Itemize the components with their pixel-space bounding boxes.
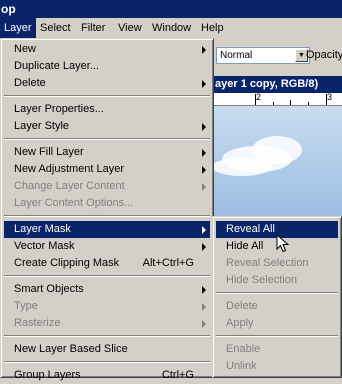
menu-view[interactable]: View <box>114 18 146 38</box>
menu-item-label: Delete <box>14 77 46 89</box>
menu-item-label: Delete <box>226 300 258 312</box>
submenu-item-delete: Delete <box>216 298 338 315</box>
menu-separator <box>4 95 210 97</box>
menu-item-rasterize: Rasterize <box>4 315 210 332</box>
submenu-arrow-icon <box>202 46 206 54</box>
menu-item-label: New <box>14 43 37 55</box>
menu-item-layer-content-options: Layer Content Options... <box>4 195 210 212</box>
menu-item-new-fill-layer[interactable]: New Fill Layer <box>4 144 210 161</box>
menu-item-label: New Adjustment Layer <box>14 163 125 175</box>
menu-item-label: Layer Content Options... <box>14 197 134 209</box>
ruler-tick <box>326 94 327 105</box>
menu-item-layer-style[interactable]: Layer Style <box>4 118 210 135</box>
menu-item-group-layers[interactable]: Group Layers Ctrl+G <box>4 367 210 384</box>
menu-separator <box>216 292 338 294</box>
menu-item-label: Reveal All <box>226 223 275 235</box>
submenu-arrow-icon <box>202 183 206 191</box>
menu-item-label: Apply <box>226 317 254 329</box>
menu-item-layer-properties[interactable]: Layer Properties... <box>4 101 210 118</box>
options-bar: Normal ▼ Opacity <box>212 44 342 68</box>
ruler-number: 3 <box>327 92 333 102</box>
document-title: ayer 1 copy, RGB/8) <box>212 76 342 93</box>
submenu-arrow-icon <box>202 320 206 328</box>
submenu-arrow-icon <box>202 80 206 88</box>
menu-item-new-adjustment-layer[interactable]: New Adjustment Layer <box>4 161 210 178</box>
menu-item-layer-mask[interactable]: Layer Mask <box>4 221 210 238</box>
blend-mode-select[interactable]: Normal ▼ <box>216 47 310 64</box>
menu-item-label: New Layer Based Slice <box>14 343 128 355</box>
submenu-arrow-icon <box>202 303 206 311</box>
horizontal-ruler: 2 3 <box>212 92 342 106</box>
menu-filter[interactable]: Filter <box>77 18 109 38</box>
blend-mode-value: Normal <box>220 50 253 61</box>
submenu-arrow-icon <box>202 243 206 251</box>
menu-item-label: Change Layer Content <box>14 180 125 192</box>
menu-item-label: Vector Mask <box>14 240 75 252</box>
menu-item-label: Layer Style <box>14 120 70 132</box>
menu-item-delete[interactable]: Delete <box>4 75 210 92</box>
submenu-arrow-icon <box>202 123 206 131</box>
menu-help[interactable]: Help <box>197 18 228 38</box>
menu-item-label: Type <box>14 300 38 312</box>
menu-item-new[interactable]: New <box>4 41 210 58</box>
ruler-tick <box>290 100 291 105</box>
menu-item-duplicate-layer[interactable]: Duplicate Layer... <box>4 58 210 75</box>
menu-window[interactable]: Window <box>148 18 195 38</box>
menu-item-label: Smart Objects <box>14 283 84 295</box>
menu-item-type: Type <box>4 298 210 315</box>
mouse-pointer-icon <box>276 233 290 257</box>
ruler-tick <box>255 94 256 105</box>
ruler-tick <box>273 102 274 105</box>
menu-separator <box>216 335 338 337</box>
submenu-item-reveal-selection: Reveal Selection <box>216 255 338 272</box>
submenu-item-hide-selection: Hide Selection <box>216 272 338 289</box>
menu-item-create-clipping-mask[interactable]: Create Clipping Mask Alt+Ctrl+G <box>4 255 210 272</box>
menu-item-label: Hide All <box>226 240 264 252</box>
submenu-arrow-icon <box>202 226 206 234</box>
app-title-bar: op <box>0 0 342 18</box>
menu-separator <box>4 335 210 337</box>
menu-item-label: New Fill Layer <box>14 146 84 158</box>
menu-item-label: Rasterize <box>14 317 61 329</box>
menu-item-label: Unlink <box>226 360 257 372</box>
menu-item-label: Layer Properties... <box>14 103 104 115</box>
menu-item-label: Duplicate Layer... <box>14 60 99 72</box>
menu-layer[interactable]: Layer <box>0 18 36 38</box>
menu-item-label: Group Layers <box>14 369 81 381</box>
menu-item-change-layer-content: Change Layer Content <box>4 178 210 195</box>
menu-separator <box>4 275 210 277</box>
menu-item-label: Hide Selection <box>226 274 297 286</box>
ruler-number: 2 <box>256 92 262 102</box>
submenu-arrow-icon <box>202 166 206 174</box>
menu-item-label: Enable <box>226 343 261 355</box>
menu-separator <box>4 215 210 217</box>
ruler-tick <box>308 102 309 105</box>
layer-menu-dropdown: New Duplicate Layer... Delete Layer Prop… <box>0 38 214 381</box>
submenu-item-enable: Enable <box>216 341 338 358</box>
menu-bar: Layer Select Filter View Window Help <box>0 18 342 38</box>
opacity-label: Opacity <box>306 49 342 61</box>
submenu-arrow-icon <box>202 149 206 157</box>
cloud <box>212 158 272 176</box>
menu-item-label: Layer Mask <box>14 223 71 235</box>
submenu-arrow-icon <box>202 286 206 294</box>
menu-item-label: Create Clipping Mask <box>14 257 120 269</box>
menu-item-label: Reveal Selection <box>226 257 309 269</box>
menu-item-shortcut: Ctrl+G <box>161 369 194 381</box>
menu-select[interactable]: Select <box>36 18 75 38</box>
submenu-item-unlink: Unlink <box>216 358 338 375</box>
menu-item-new-layer-based-slice[interactable]: New Layer Based Slice <box>4 341 210 358</box>
app-title: op <box>1 2 16 16</box>
menu-item-vector-mask[interactable]: Vector Mask <box>4 238 210 255</box>
menu-separator <box>4 138 210 140</box>
menu-separator <box>4 361 210 363</box>
menu-item-shortcut: Alt+Ctrl+G <box>142 257 194 269</box>
menu-item-smart-objects[interactable]: Smart Objects <box>4 281 210 298</box>
submenu-item-apply: Apply <box>216 315 338 332</box>
